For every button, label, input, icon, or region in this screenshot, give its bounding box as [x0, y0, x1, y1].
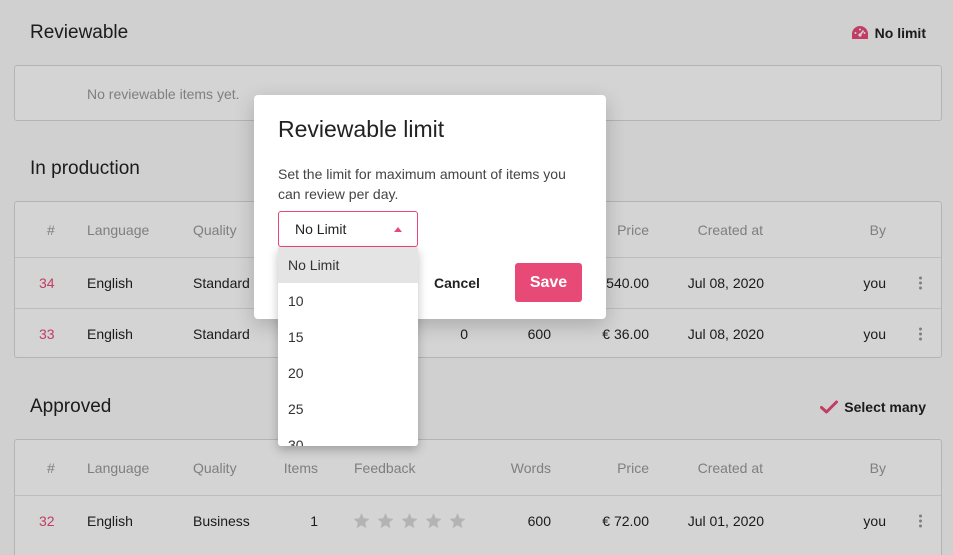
dropdown-option[interactable]: 25 [278, 391, 418, 427]
select-value: No Limit [295, 221, 347, 237]
limit-dropdown-menu: No Limit 10 15 20 25 30 [278, 247, 418, 446]
dropdown-option[interactable]: 20 [278, 355, 418, 391]
save-button[interactable]: Save [515, 263, 582, 302]
caret-up-icon [394, 227, 402, 232]
limit-select[interactable]: No Limit [278, 211, 418, 247]
cancel-button[interactable]: Cancel [426, 264, 488, 302]
dropdown-option[interactable]: 15 [278, 319, 418, 355]
dialog-title: Reviewable limit [278, 116, 445, 142]
dialog-description: Set the limit for maximum amount of item… [278, 166, 566, 202]
dropdown-option[interactable]: 30 [278, 427, 418, 446]
dropdown-option[interactable]: 10 [278, 283, 418, 319]
dropdown-option[interactable]: No Limit [278, 247, 418, 283]
